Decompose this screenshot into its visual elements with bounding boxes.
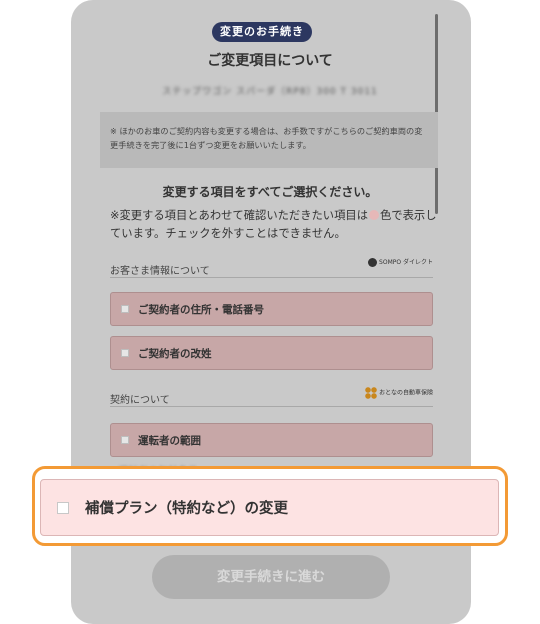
option-name-change[interactable]: ご契約者の改姓 — [110, 336, 433, 370]
notice-text: ※ ほかのお車のご契約内容も変更する場合は、お手数ですがこちらのご契約車両の変更… — [110, 126, 423, 150]
selection-heading: 変更する項目をすべてご選択ください。 — [162, 185, 378, 199]
otona-logo-text: おとなの自動車保険 — [379, 389, 433, 397]
option-driver-scope[interactable]: 運転者の範囲 — [110, 423, 433, 457]
proceed-button[interactable]: 変更手続きに進む — [152, 555, 390, 599]
checkbox[interactable] — [121, 349, 129, 357]
option-label: ご契約者の改姓 — [138, 347, 212, 360]
procedure-badge: 変更のお手続き — [212, 22, 312, 42]
checkbox[interactable] — [121, 436, 129, 444]
sompo-logo: SOMPO ダイレクト — [368, 258, 433, 267]
notice-box: ※ ほかのお車のご契約内容も変更する場合は、お手数ですがこちらのご契約車両の変更… — [100, 112, 438, 168]
color-dot-icon — [369, 210, 379, 220]
page-title: ご変更項目について — [207, 53, 333, 69]
option-label: 運転者の範囲 — [138, 434, 201, 447]
selection-note-before: ※変更する項目とあわせて確認いただきたい項目は — [110, 209, 368, 222]
option-label: 補償プラン（特約など）の変更 — [85, 501, 288, 517]
section-customer-info: お客さま情報について SOMPO ダイレクト — [110, 258, 433, 278]
checkbox[interactable] — [57, 501, 69, 514]
option-label: ご契約者の住所・電話番号 — [138, 303, 264, 316]
vehicle-info: ステップワゴン スパーダ（RP8）300 T 3011 — [162, 87, 378, 97]
sompo-logo-text: SOMPO ダイレクト — [379, 259, 433, 266]
option-address-phone[interactable]: ご契約者の住所・電話番号 — [110, 292, 433, 326]
sompo-logo-icon — [368, 258, 378, 267]
selection-note: ※変更する項目とあわせて確認いただきたい項目は 色で表示しています。チェックを外す… — [110, 207, 440, 243]
checkbox[interactable] — [121, 305, 129, 313]
otona-logo-icon — [365, 387, 378, 399]
otona-logo: おとなの自動車保険 — [365, 387, 433, 399]
section-label: 契約について — [110, 395, 170, 406]
section-label: お客さま情報について — [110, 266, 210, 277]
section-contract: 契約について おとなの自動車保険 — [110, 387, 433, 407]
option-coverage-plan[interactable]: 補償プラン（特約など）の変更 — [40, 479, 499, 536]
